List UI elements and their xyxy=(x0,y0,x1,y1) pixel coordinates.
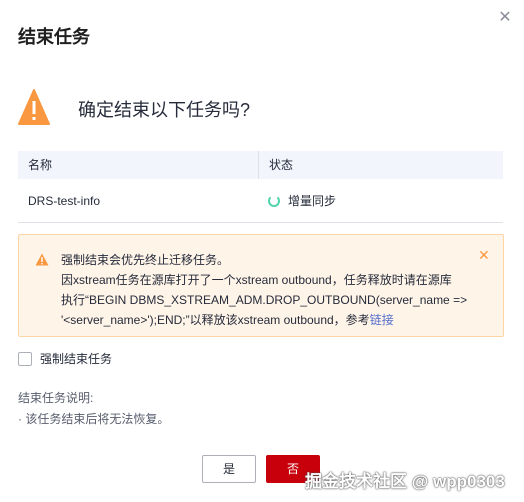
alert-line: 因xstream任务在源库打开了一个xstream outbound，任务释放时… xyxy=(61,273,452,287)
warning-triangle-icon xyxy=(18,89,50,125)
column-header-status: 状态 xyxy=(258,151,503,179)
alert-line: '<server_name>');END;”以释放该xstream outbou… xyxy=(61,310,481,330)
checkbox-label: 强制结束任务 xyxy=(40,352,113,366)
force-end-checkbox[interactable]: 强制结束任务 xyxy=(18,350,112,367)
alert-line: 强制结束会优先终止迁移任务。 xyxy=(61,253,230,267)
alert-line: 执行“BEGIN DBMS_XSTREAM_ADM.DROP_OUTBOUND(… xyxy=(61,293,468,307)
dialog-title: 结束任务 xyxy=(18,27,90,47)
watermark: 掘金技术社区 @ wpp0303 xyxy=(305,472,505,491)
task-table: 名称 状态 DRS-test-info 增量同步 xyxy=(18,151,503,223)
task-name-cell: DRS-test-info xyxy=(28,194,101,208)
table-row: DRS-test-info 增量同步 xyxy=(18,179,503,223)
alert-line-text: '<server_name>');END;”以释放该xstream outbou… xyxy=(61,313,370,327)
alert-text: 强制结束会优先终止迁移任务。 因xstream任务在源库打开了一个xstream… xyxy=(61,250,481,330)
close-icon[interactable]: ✕ xyxy=(497,10,513,26)
end-task-dialog: 结束任务 ✕ 确定结束以下任务吗? 名称 状态 DRS-test-info 增量… xyxy=(0,0,524,502)
spinner-icon xyxy=(268,195,280,207)
warning-triangle-icon xyxy=(35,253,49,266)
checkbox-box[interactable] xyxy=(18,351,32,366)
status-text: 增量同步 xyxy=(288,194,337,208)
note-item: · 该任务结束后将无法恢复。 xyxy=(18,412,170,426)
confirm-question: 确定结束以下任务吗? xyxy=(78,100,251,120)
yes-button[interactable]: 是 xyxy=(202,455,256,483)
table-header: 名称 状态 xyxy=(18,151,503,179)
task-status-cell: 增量同步 xyxy=(258,179,503,222)
column-header-name: 名称 xyxy=(28,158,53,172)
note-title: 结束任务说明: xyxy=(18,391,94,405)
warning-alert: ✕ 强制结束会优先终止迁移任务。 因xstream任务在源库打开了一个xstre… xyxy=(18,234,504,337)
reference-link[interactable]: 链接 xyxy=(370,313,394,327)
